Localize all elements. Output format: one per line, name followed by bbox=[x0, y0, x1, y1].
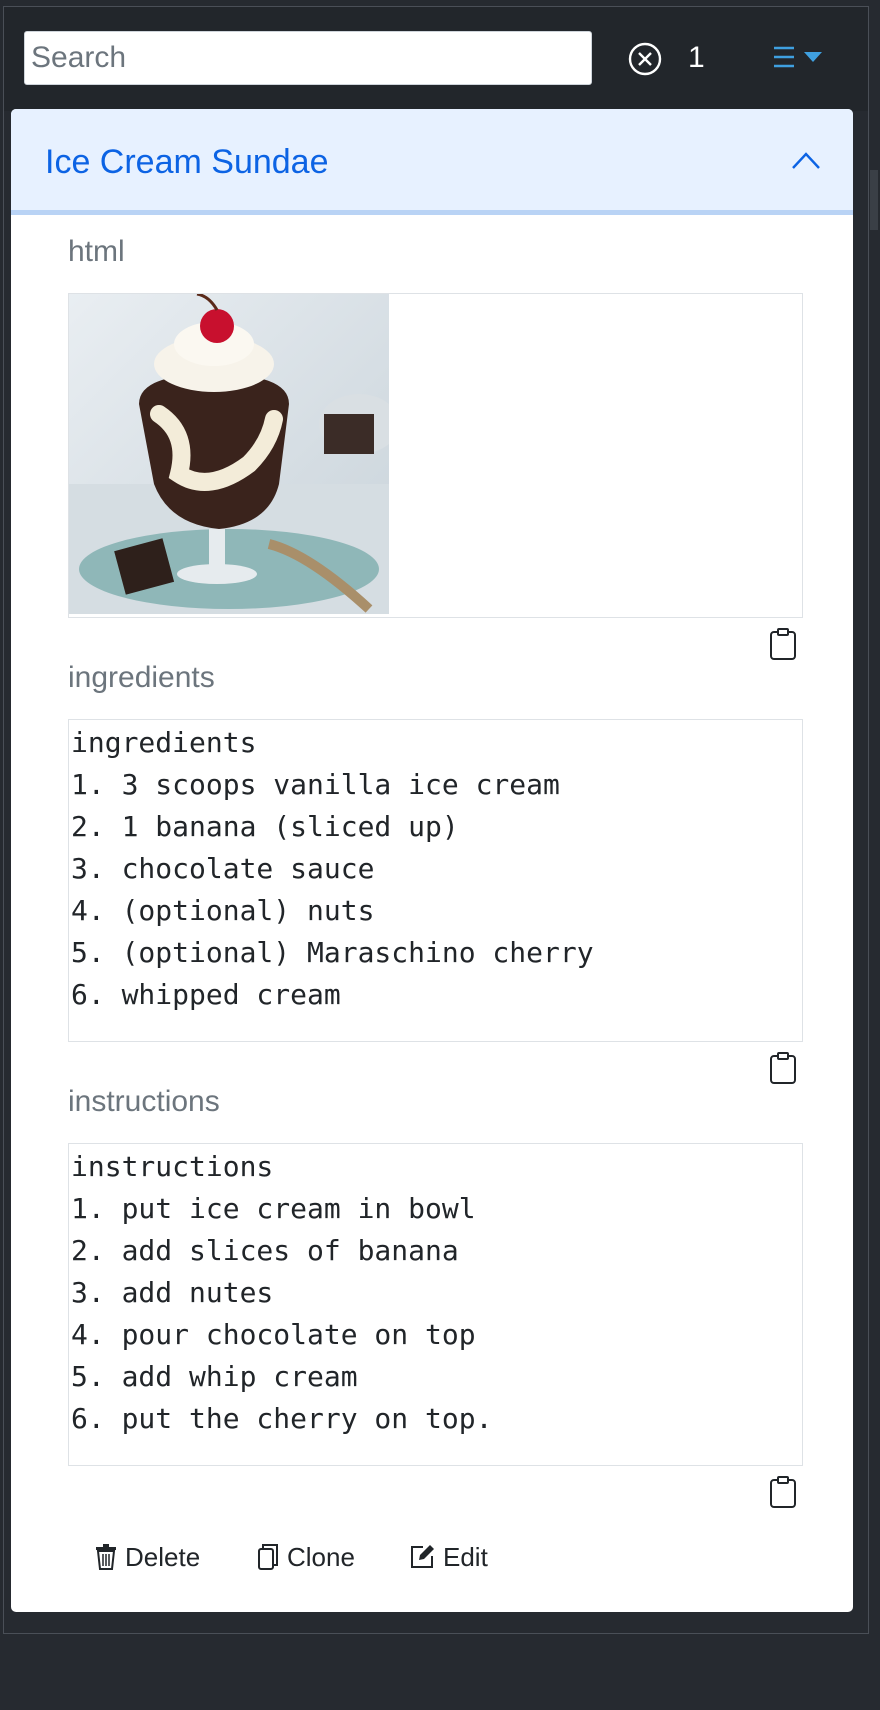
copy-icon bbox=[258, 1544, 278, 1570]
clear-search-icon[interactable] bbox=[628, 42, 662, 76]
ingredient-line: 4. (optional) nuts bbox=[71, 894, 375, 927]
html-preview bbox=[68, 293, 803, 618]
recipe-card: Ice Cream Sundae html ingredients ingred… bbox=[11, 109, 853, 1612]
clipboard-icon[interactable] bbox=[769, 1475, 797, 1509]
top-bar: 1 bbox=[4, 7, 868, 111]
edit-icon bbox=[411, 1545, 434, 1568]
clipboard-icon[interactable] bbox=[769, 627, 797, 661]
clone-button[interactable]: Clone bbox=[257, 1532, 355, 1582]
search-input[interactable] bbox=[24, 31, 592, 85]
result-count: 1 bbox=[688, 41, 705, 74]
ingredient-line: ingredients bbox=[71, 726, 257, 759]
instructions-label: instructions bbox=[68, 1085, 220, 1118]
instruction-line: 3. add nutes bbox=[71, 1276, 274, 1309]
edit-button[interactable]: Edit bbox=[409, 1532, 488, 1582]
instruction-line: 1. put ice cream in bowl bbox=[71, 1192, 476, 1225]
delete-button[interactable]: Delete bbox=[95, 1532, 200, 1582]
ingredient-line: 1. 3 scoops vanilla ice cream bbox=[71, 768, 560, 801]
ingredients-text: ingredients 1. 3 scoops vanilla ice cream… bbox=[68, 719, 803, 1042]
ingredient-line: 6. whipped cream bbox=[71, 978, 341, 1011]
instruction-line: 6. put the cherry on top. bbox=[71, 1402, 493, 1435]
instruction-line: 2. add slices of banana bbox=[71, 1234, 459, 1267]
clipboard-icon[interactable] bbox=[769, 1051, 797, 1085]
recipe-title: Ice Cream Sundae bbox=[45, 143, 329, 181]
ingredient-line: 5. (optional) Maraschino cherry bbox=[71, 936, 594, 969]
instruction-line: 5. add whip cream bbox=[71, 1360, 358, 1393]
trash-icon bbox=[96, 1544, 116, 1570]
ingredient-line: 3. chocolate sauce bbox=[71, 852, 375, 885]
instruction-line: instructions bbox=[71, 1150, 274, 1183]
ingredient-line: 2. 1 banana (sliced up) bbox=[71, 810, 459, 843]
html-label: html bbox=[68, 235, 125, 268]
menu-icon[interactable] bbox=[772, 43, 832, 73]
edit-label: Edit bbox=[443, 1541, 488, 1572]
scrollbar-thumb[interactable] bbox=[870, 170, 878, 230]
ingredients-label: ingredients bbox=[68, 661, 215, 694]
card-header[interactable]: Ice Cream Sundae bbox=[11, 109, 853, 215]
delete-label: Delete bbox=[125, 1541, 201, 1572]
instruction-line: 4. pour chocolate on top bbox=[71, 1318, 476, 1351]
page-footer bbox=[3, 1634, 867, 1710]
instructions-text: instructions 1. put ice cream in bowl 2. a… bbox=[68, 1143, 803, 1466]
sundae-image bbox=[69, 294, 389, 614]
clone-label: Clone bbox=[287, 1541, 355, 1572]
chevron-up-icon[interactable] bbox=[791, 149, 821, 171]
